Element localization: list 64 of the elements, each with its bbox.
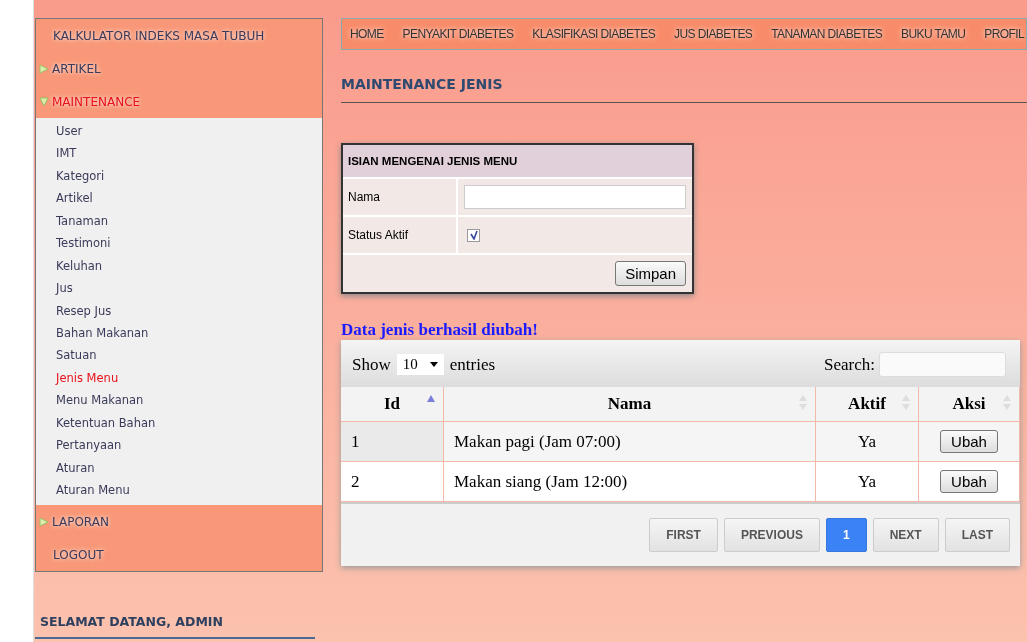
submenu-item[interactable]: Resep Jus: [36, 299, 322, 322]
pagination-button[interactable]: 1: [825, 518, 867, 552]
triangle-right-icon: [39, 516, 49, 527]
nav-link[interactable]: BUKU TAMU: [901, 27, 966, 41]
sidebar-group[interactable]: LAPORAN: [36, 505, 322, 539]
submenu-item[interactable]: Testimoni: [36, 232, 322, 255]
edit-button[interactable]: Ubah: [940, 470, 998, 493]
nav-link[interactable]: KLASIFIKASI DIABETES: [532, 27, 656, 41]
column-header[interactable]: Id: [341, 387, 444, 422]
sidebar-item[interactable]: KALKULATOR INDEKS MASA TUBUH: [36, 19, 322, 52]
status-checkbox[interactable]: [467, 228, 480, 242]
search-field[interactable]: [879, 352, 1006, 377]
entries-label: entries: [449, 354, 496, 375]
nav-link[interactable]: JUS DIABETES: [674, 27, 753, 41]
submenu-item[interactable]: Artikel: [36, 187, 322, 210]
submenu-item[interactable]: Aturan: [36, 456, 322, 479]
submenu-item[interactable]: Jus: [36, 277, 322, 300]
save-button[interactable]: Simpan: [615, 261, 686, 286]
sidebar-item[interactable]: LOGOUT: [36, 538, 322, 572]
sort-ascending-icon: [427, 395, 435, 402]
search-label: Search:: [824, 354, 875, 375]
submenu-item[interactable]: Aturan Menu: [36, 479, 322, 502]
submenu-item[interactable]: Kategori: [36, 164, 322, 188]
submenu-item[interactable]: Satuan: [36, 344, 322, 367]
table-cell: 2: [341, 461, 444, 502]
show-label: Show: [352, 354, 391, 375]
nav-link[interactable]: PROFIL: [984, 27, 1024, 41]
table-cell: Makan pagi (Jam 07:00): [443, 421, 816, 462]
submenu-item[interactable]: Jenis Menu: [36, 366, 322, 390]
nav-link[interactable]: TANAMAN DIABETES: [771, 27, 883, 41]
submenu-item[interactable]: Tanaman: [36, 209, 322, 233]
table-cell: Makan siang (Jam 12:00): [443, 461, 816, 502]
welcome-heading: SELAMAT DATANG, ADMIN: [35, 614, 315, 640]
name-input-field[interactable]: [464, 185, 686, 209]
submenu-item[interactable]: User: [36, 120, 322, 143]
table-cell: Ya: [815, 421, 919, 462]
submenu-item[interactable]: Menu Makanan: [36, 389, 322, 412]
sidebar-group[interactable]: ARTIKEL: [36, 52, 322, 85]
submenu-item[interactable]: Pertanyaan: [36, 434, 322, 457]
field-label: Nama: [343, 179, 458, 215]
field-label: Status Aktif: [343, 217, 458, 253]
page-title: MAINTENANCE JENIS: [341, 76, 1027, 103]
caret-icon: [429, 362, 438, 367]
nav-link[interactable]: HOME: [350, 27, 384, 41]
submenu-item[interactable]: Ketentuan Bahan: [36, 411, 322, 435]
pagination-button[interactable]: LAST: [944, 518, 1010, 552]
pagination-button[interactable]: PREVIOUS: [723, 518, 820, 552]
triangle-down-icon: [39, 96, 49, 107]
column-header[interactable]: Aksi: [918, 387, 1020, 422]
column-header[interactable]: Nama: [443, 387, 816, 422]
success-message: Data jenis berhasil diubah!: [341, 320, 539, 340]
triangle-right-icon: [39, 63, 49, 74]
table-cell: Ya: [815, 461, 919, 502]
pagination-button[interactable]: FIRST: [649, 518, 718, 552]
table-cell: 1: [341, 421, 444, 462]
column-header[interactable]: Aktif: [815, 387, 919, 422]
nav-link[interactable]: PENYAKIT DIABETES: [402, 27, 514, 41]
submenu-item[interactable]: Bahan Makanan: [36, 321, 322, 345]
submenu-item[interactable]: Keluhan: [36, 254, 322, 278]
form-title: ISIAN MENGENAI JENIS MENU: [343, 145, 692, 179]
edit-button[interactable]: Ubah: [940, 430, 998, 453]
pagination-button[interactable]: NEXT: [872, 518, 939, 552]
page-size-select[interactable]: 10: [396, 354, 444, 375]
submenu-item[interactable]: IMT: [36, 142, 322, 165]
